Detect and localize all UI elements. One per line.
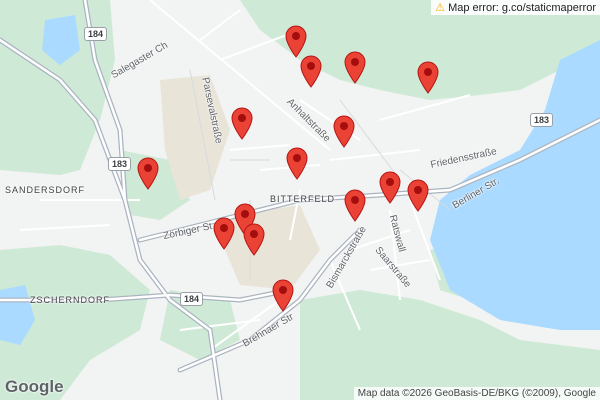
road-shield-184: 184 — [84, 27, 108, 41]
marker-10[interactable] — [406, 178, 430, 212]
marker-15[interactable] — [271, 278, 295, 312]
map-error-text: Map error: g.co/staticmaperror — [448, 2, 596, 14]
marker-5[interactable] — [230, 106, 254, 140]
marker-9[interactable] — [378, 170, 402, 204]
marker-1[interactable] — [284, 24, 308, 58]
road-shield-183: 183 — [108, 157, 132, 171]
map-canvas[interactable]: 184 183 183 184 SANDERSDORF ZSCHERNDORF … — [0, 0, 600, 400]
marker-13[interactable] — [212, 216, 236, 250]
warning-icon: ⚠ — [435, 2, 445, 14]
road-shield-184: 184 — [180, 292, 204, 306]
map-error-banner[interactable]: ⚠ Map error: g.co/staticmaperror — [431, 0, 600, 15]
marker-8[interactable] — [285, 146, 309, 180]
place-label-zscherndorf: ZSCHERNDORF — [30, 295, 110, 305]
marker-3[interactable] — [343, 50, 367, 84]
marker-7[interactable] — [136, 156, 160, 190]
place-label-sandersdorf: SANDERSDORF — [5, 185, 86, 195]
google-logo: Google — [5, 377, 64, 396]
map-attribution[interactable]: Map data ©2026 GeoBasis-DE/BKG (©2009), … — [353, 387, 600, 400]
place-label-bitterfeld: BITTERFELD — [270, 194, 336, 204]
marker-4[interactable] — [416, 60, 440, 94]
marker-6[interactable] — [332, 114, 356, 148]
marker-11[interactable] — [343, 188, 367, 222]
marker-2[interactable] — [299, 54, 323, 88]
road-shield-183: 183 — [530, 113, 554, 127]
marker-14[interactable] — [242, 222, 266, 256]
